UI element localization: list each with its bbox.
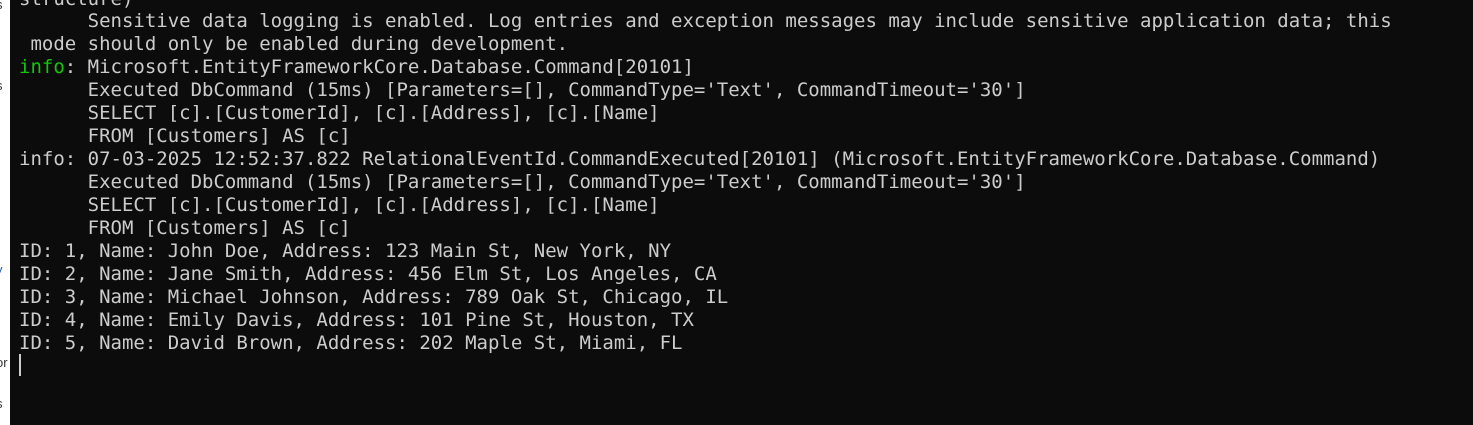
- terminal-line: ID: 4, Name: Emily Davis, Address: 101 P…: [19, 309, 694, 331]
- terminal-line: Sensitive data logging is enabled. Log e…: [19, 10, 1392, 32]
- background-text-fragment: s: [0, 0, 3, 12]
- terminal-line: ID: 3, Name: Michael Johnson, Address: 7…: [19, 286, 729, 308]
- terminal-output[interactable]: structure) Sensitive data logging is ena…: [10, 0, 1473, 425]
- info-prefix: info: [19, 56, 65, 78]
- background-text-fragment: y: [0, 262, 3, 277]
- terminal-line: mode should only be enabled during devel…: [19, 33, 569, 55]
- log-message: : Microsoft.EntityFrameworkCore.Database…: [64, 56, 694, 78]
- terminal-line: ID: 2, Name: Jane Smith, Address: 456 El…: [19, 263, 717, 285]
- background-text-fragment: or: [0, 355, 8, 370]
- terminal-line: SELECT [c].[CustomerId], [c].[Address], …: [19, 102, 660, 124]
- terminal-line: FROM [Customers] AS [c]: [19, 125, 351, 147]
- terminal-line: info: 07-03-2025 12:52:37.822 Relational…: [19, 148, 1381, 170]
- terminal-line-info: info: Microsoft.EntityFrameworkCore.Data…: [19, 56, 694, 79]
- background-window-edge: s s y or s: [0, 0, 10, 425]
- terminal-line: Executed DbCommand (15ms) [Parameters=[]…: [19, 171, 1026, 193]
- terminal-line: ID: 1, Name: John Doe, Address: 123 Main…: [19, 240, 672, 262]
- background-text-fragment: s: [0, 396, 3, 411]
- terminal-line: SELECT [c].[CustomerId], [c].[Address], …: [19, 194, 660, 216]
- background-text-fragment: s: [0, 78, 3, 93]
- terminal-line: ID: 5, Name: David Brown, Address: 202 M…: [19, 332, 683, 354]
- text-cursor: [19, 354, 21, 376]
- terminal-line: FROM [Customers] AS [c]: [19, 217, 351, 239]
- terminal-line: Executed DbCommand (15ms) [Parameters=[]…: [19, 79, 1026, 101]
